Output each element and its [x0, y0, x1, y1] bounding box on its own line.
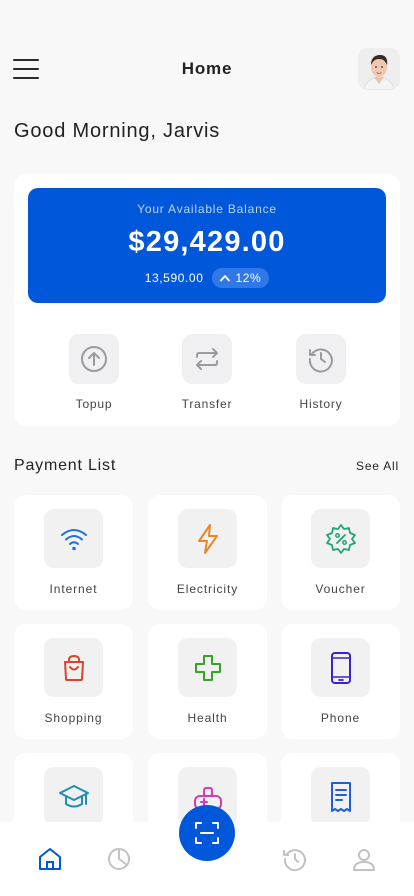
arrow-up-circle-icon [69, 334, 119, 384]
payment-voucher[interactable]: Voucher [281, 495, 400, 610]
scan-button[interactable] [179, 805, 235, 861]
payment-label: Shopping [44, 711, 103, 725]
phone-icon [311, 638, 370, 697]
nav-stats[interactable] [104, 844, 134, 874]
wifi-icon [44, 509, 103, 568]
balance-panel: Your Available Balance $29,429.00 13,590… [14, 174, 400, 426]
history-clock-icon [296, 334, 346, 384]
payment-health[interactable]: Health [148, 624, 267, 739]
change-percent: 12% [235, 271, 262, 285]
health-cross-icon [178, 638, 237, 697]
payment-label: Voucher [315, 582, 366, 596]
see-all-link[interactable]: See All [356, 459, 399, 473]
payment-electricity[interactable]: Electricity [148, 495, 267, 610]
change-badge: 12% [212, 268, 270, 288]
transfer-button[interactable]: Transfer [167, 334, 247, 411]
payment-shopping[interactable]: Shopping [14, 624, 133, 739]
bill-receipt-icon [311, 767, 370, 826]
app-header: Home [0, 48, 414, 90]
balance-amount: $29,429.00 [128, 226, 286, 258]
user-icon [353, 849, 375, 871]
payment-label: Phone [320, 711, 361, 725]
payment-label: Electricity [176, 582, 239, 596]
greeting-text: Good Morning, Jarvis [14, 120, 221, 142]
chevron-up-icon [220, 275, 231, 282]
nav-profile[interactable] [349, 844, 379, 874]
avatar-portrait [358, 48, 400, 90]
transfer-label: Transfer [181, 397, 233, 411]
graduation-cap-icon [44, 767, 103, 826]
voucher-percent-icon [311, 509, 370, 568]
scan-icon [195, 822, 219, 844]
shopping-bag-icon [44, 638, 103, 697]
lightning-icon [178, 509, 237, 568]
balance-card: Your Available Balance $29,429.00 13,590… [28, 188, 386, 303]
topup-button[interactable]: Topup [54, 334, 134, 411]
balance-details: 13,590.00 12% [28, 268, 386, 288]
history-icon [283, 849, 306, 872]
page-title: Home [181, 59, 233, 78]
user-avatar[interactable] [358, 48, 400, 90]
home-icon [39, 848, 61, 870]
payment-internet[interactable]: Internet [14, 495, 133, 610]
balance-label: Your Available Balance [137, 202, 277, 216]
history-button[interactable]: History [281, 334, 361, 411]
history-label: History [299, 397, 343, 411]
payment-list-title: Payment List [14, 457, 117, 474]
nav-history[interactable] [280, 844, 310, 874]
payment-phone[interactable]: Phone [281, 624, 400, 739]
topup-label: Topup [75, 397, 113, 411]
payment-label: Health [187, 711, 228, 725]
quick-actions: Topup Transfer History [14, 334, 400, 414]
payment-label: Internet [49, 582, 98, 596]
transfer-arrows-icon [182, 334, 232, 384]
nav-home[interactable] [35, 844, 65, 874]
pie-chart-icon [108, 848, 130, 870]
secondary-amount: 13,590.00 [144, 271, 204, 285]
